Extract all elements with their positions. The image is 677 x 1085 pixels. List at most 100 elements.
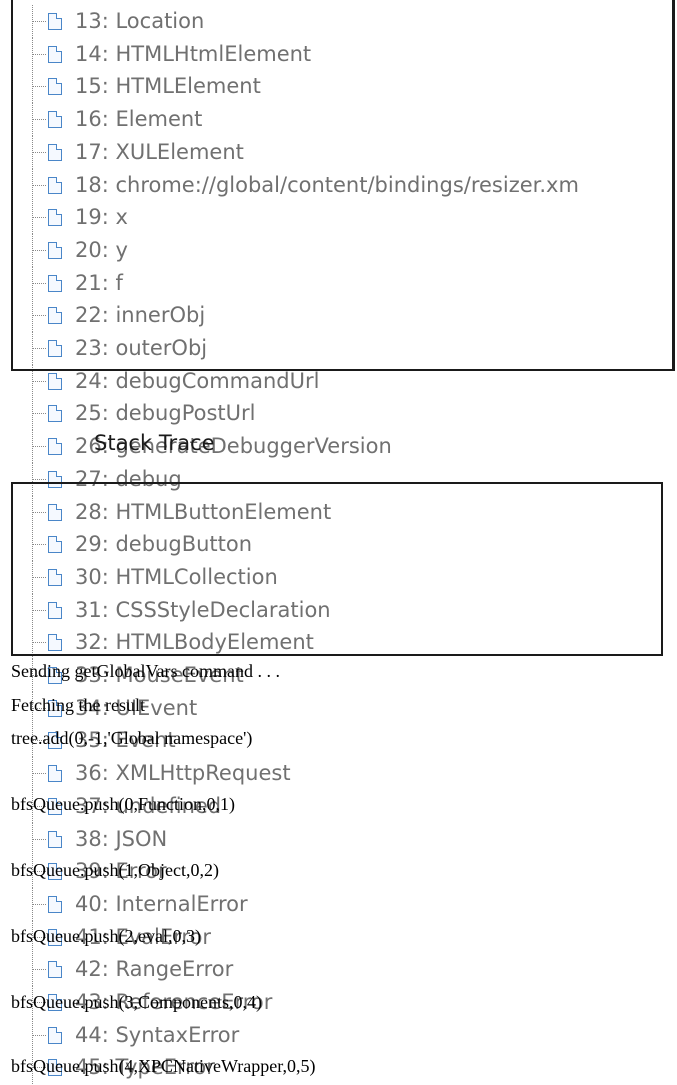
document-icon (48, 274, 62, 292)
document-icon (48, 143, 62, 161)
tree-node-label: 19: x (75, 205, 128, 230)
tree-connector-horizontal (32, 1034, 46, 1036)
tree-node-label: 30: HTMLCollection (75, 564, 278, 589)
tree-node[interactable]: 29: debugButton (0, 528, 677, 562)
document-icon (48, 895, 62, 913)
document-icon (48, 45, 62, 63)
log-line: Sending getGlobalVars command . . . (11, 661, 280, 681)
tree-connector-horizontal (32, 380, 46, 382)
tree-connector-horizontal (32, 903, 46, 905)
tree-connector-horizontal (32, 53, 46, 55)
tree-connector-horizontal (32, 969, 46, 971)
document-icon (48, 765, 62, 783)
tree-node[interactable]: 15: HTMLElement (0, 70, 677, 104)
tree-connector-horizontal (32, 838, 46, 840)
tree-connector-horizontal (32, 249, 46, 251)
tree-node[interactable]: 24: debugCommandUrl (0, 364, 677, 398)
tree-connector-horizontal (32, 151, 46, 153)
tree-connector-horizontal (32, 119, 46, 121)
document-icon (48, 78, 62, 96)
tree-node-label: 32: HTMLBodyElement (75, 630, 314, 655)
document-icon (48, 340, 62, 357)
tree-node-label: 23: outerObj (75, 336, 208, 360)
tree-node[interactable]: 38: JSON (0, 822, 677, 856)
tree-node[interactable]: 16: Element (0, 103, 677, 137)
tree-connector-horizontal (32, 348, 46, 349)
tree-connector-horizontal (32, 446, 46, 448)
tree-connector-horizontal (32, 642, 46, 644)
log-line: bfsQueue.push(4,XPCNativeWrapper,0,5) (11, 1056, 316, 1076)
document-icon (48, 241, 62, 259)
document-icon (48, 111, 62, 129)
tree-node[interactable]: 14: HTMLHtmlElement (0, 37, 677, 71)
tree-connector-horizontal (32, 21, 46, 22)
tree-node-label: 44: SyntaxError (75, 1022, 240, 1047)
tree-node-label: 36: XMLHttpRequest (75, 761, 291, 786)
document-icon (48, 307, 62, 325)
document-icon (48, 1026, 62, 1044)
log-line: tree.add(0,-1,'Global namespace') (11, 728, 253, 748)
tree-node[interactable]: 18: chrome://global/content/bindings/res… (0, 168, 677, 202)
tree-node[interactable]: 42: RangeError (0, 953, 677, 987)
document-icon (48, 830, 62, 848)
tree-node-label: 24: debugCommandUrl (75, 368, 320, 393)
tree-node[interactable]: 31: CSSStyleDeclaration (0, 593, 677, 627)
tree-connector-horizontal (32, 773, 46, 775)
tree-connector-horizontal (32, 478, 46, 480)
tree-connector-horizontal (32, 511, 46, 513)
object-tree: 13: Location 14: HTMLHtmlElement 15: HTMLE… (0, 0, 677, 1085)
log-line: Fetching the result (11, 695, 145, 715)
tree-node-label: 17: XULElement (75, 139, 244, 164)
document-icon (48, 961, 62, 979)
tree-node-label: 29: debugButton (75, 532, 253, 557)
document-icon (48, 503, 62, 521)
tree-node[interactable]: 30: HTMLCollection (0, 560, 677, 594)
tree-node[interactable]: 32: HTMLBodyElement (0, 626, 677, 660)
document-icon (48, 209, 62, 227)
tree-node[interactable]: 17: XULElement (0, 135, 677, 169)
tree-node-label: 18: chrome://global/content/bindings/res… (75, 172, 579, 197)
tree-node-label: 13: Location (75, 9, 205, 33)
tree-node[interactable]: 13: Location (0, 5, 677, 38)
document-icon (48, 568, 62, 586)
tree-node[interactable]: 19: x (0, 201, 677, 235)
log-line: bfsQueue.push(1,Object,0,2) (11, 860, 219, 880)
tree-node[interactable]: 25: debugPostUrl (0, 397, 677, 431)
tree-node-label: 14: HTMLHtmlElement (75, 41, 312, 66)
tree-node[interactable]: 44: SyntaxError (0, 1018, 677, 1052)
tree-node[interactable]: 40: InternalError (0, 887, 677, 921)
tree-node[interactable]: 28: HTMLButtonElement (0, 495, 677, 529)
tree-node-label: 27: debug (75, 466, 182, 491)
log-line: bfsQueue.push(2,eval,0,3) (11, 926, 201, 946)
tree-node-label: 21: f (75, 270, 123, 295)
log-line: bfsQueue.push(3,Components,0,4) (11, 992, 262, 1012)
tree-node[interactable]: 27: debug (0, 462, 677, 496)
document-icon (48, 13, 62, 30)
document-icon (48, 176, 62, 194)
document-icon (48, 438, 62, 456)
tree-connector-horizontal (32, 315, 46, 317)
stack-trace-title: Stack Trace (94, 431, 215, 455)
tree-node-label: 25: debugPostUrl (75, 401, 256, 426)
tree-node[interactable]: 21: f (0, 266, 677, 300)
tree-connector-horizontal (32, 217, 46, 219)
log-line: bfsQueue.push(0,Function,0,1) (11, 794, 235, 814)
tree-connector-horizontal (32, 544, 46, 546)
tree-connector-horizontal (32, 282, 46, 284)
tree-connector-horizontal (32, 609, 46, 611)
tree-node-label: 16: Element (75, 107, 203, 132)
tree-node[interactable]: 36: XMLHttpRequest (0, 757, 677, 791)
tree-node[interactable]: 20: y (0, 233, 677, 267)
tree-node-label: 20: y (75, 237, 128, 262)
tree-node[interactable]: 22: innerObj (0, 299, 677, 333)
document-icon (48, 470, 62, 488)
tree-node-label: 28: HTMLButtonElement (75, 499, 332, 524)
tree-node-label: 22: innerObj (75, 303, 206, 328)
tree-node-label: 31: CSSStyleDeclaration (75, 597, 331, 622)
document-icon (48, 634, 62, 652)
document-icon (48, 536, 62, 554)
document-icon (48, 405, 62, 423)
tree-connector-horizontal (32, 184, 46, 186)
tree-node[interactable]: 23: outerObj (0, 332, 677, 365)
tree-connector-horizontal (32, 413, 46, 415)
